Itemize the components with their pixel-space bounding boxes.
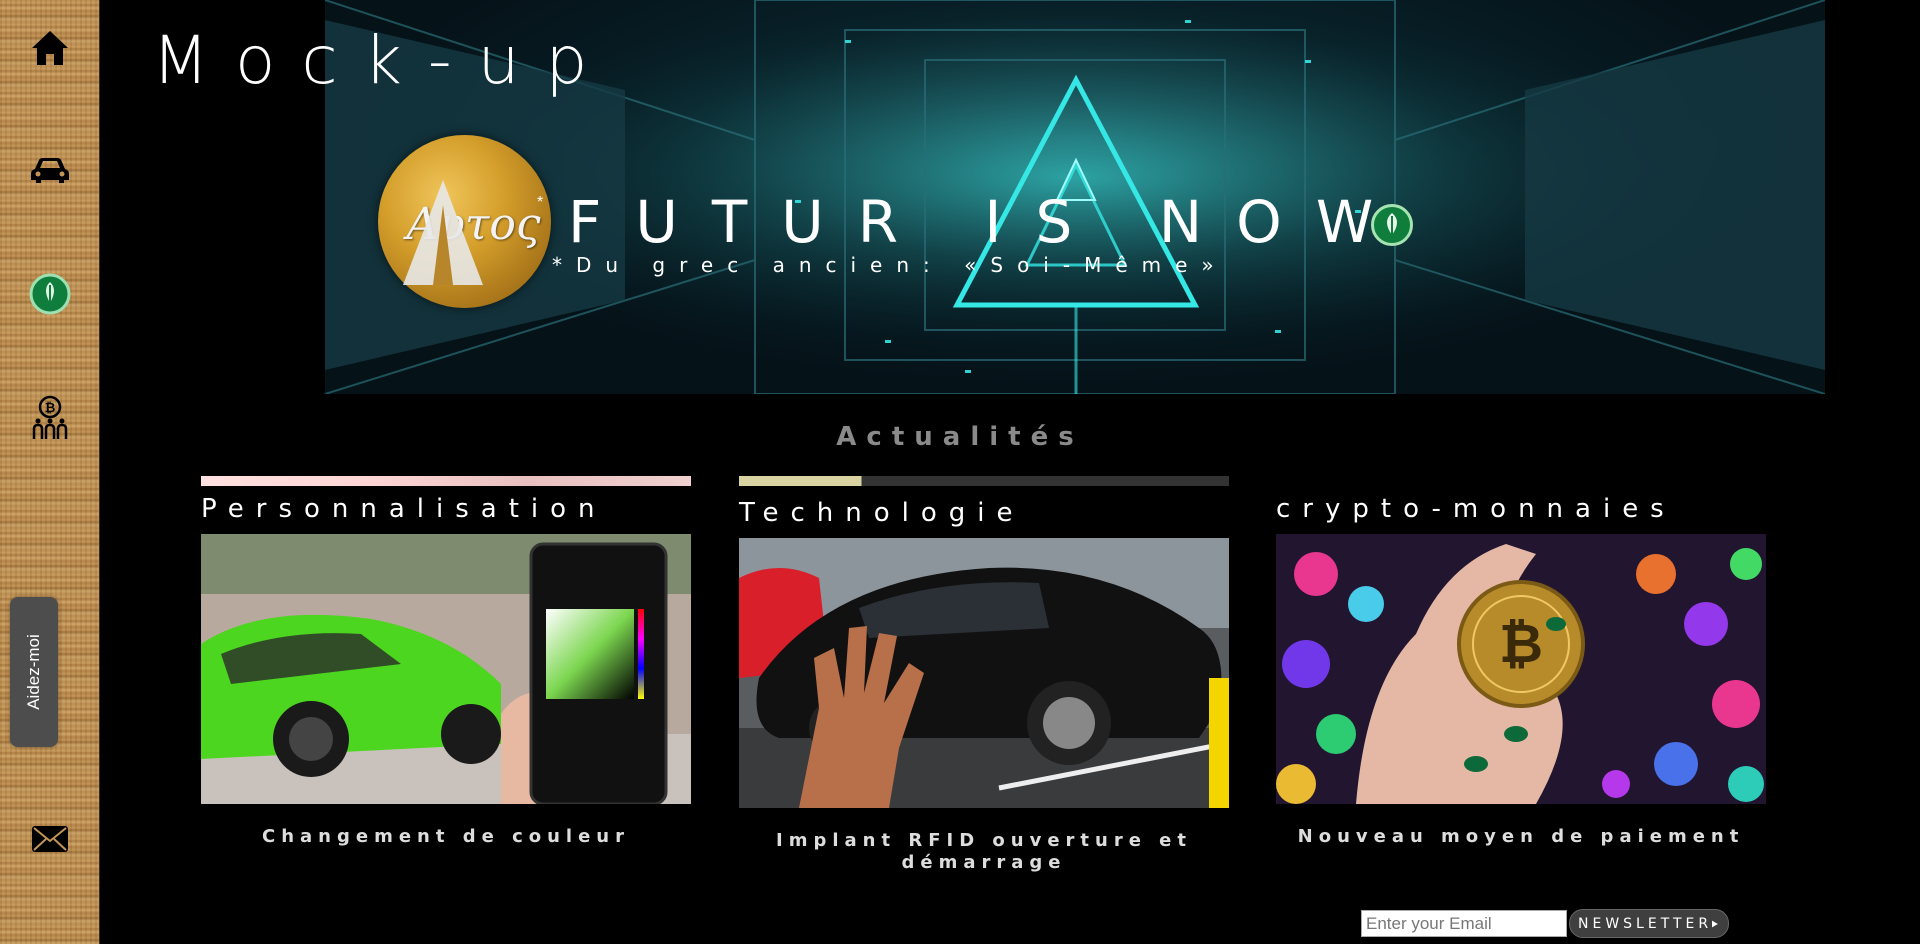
banner-subtitle: *Du grec ancien: «Soi-Même» [552,253,1228,277]
card-image-bitcoin-hand[interactable]: ₿ [1276,534,1766,804]
leaf-badge-icon[interactable] [26,270,74,318]
leaf-badge-icon [1371,204,1413,246]
road-graphic [403,180,483,285]
card-image-black-porsche[interactable] [739,538,1229,808]
card-title: crypto-monnaies [1276,494,1676,524]
help-label: Aidez-moi [24,634,43,710]
card-caption: Nouveau moyen de paiement [1297,826,1745,847]
news-card-personnalisation[interactable]: Personnalisation Changement de couleur [201,476,691,848]
newsletter-button[interactable]: NEWSLETTER [1569,909,1729,938]
card-title: Technologie [739,498,1025,528]
card-caption: Implant RFID ouverture et démarrage [776,830,1192,873]
autos-logo: Αυτος [378,135,551,308]
help-button[interactable]: Aidez-moi [10,597,58,747]
news-card-technologie[interactable]: Technologie Implant RFID ouverture et dé… [739,476,1229,874]
play-arrow-icon [1712,920,1718,927]
card-top-strip [201,476,691,486]
bitcoin-people-icon[interactable]: ₿ [26,394,74,442]
email-field[interactable] [1361,910,1567,937]
page-title: Mock-up [152,22,614,99]
sidebar: ₿ Aidez-moi [0,0,100,944]
card-top-strip [1276,476,1766,486]
card-title: Personnalisation [201,494,607,524]
card-top-strip [739,476,1229,486]
car-icon[interactable] [26,146,74,194]
home-icon[interactable] [26,24,74,72]
svg-text:₿: ₿ [45,401,56,416]
newsletter-form: NEWSLETTER [1361,909,1729,938]
card-image-green-car[interactable] [201,534,691,804]
news-card-crypto-monnaies[interactable]: crypto-monnaies ₿ Nouveau moyen de paiem… [1276,476,1766,848]
card-caption: Changement de couleur [261,826,630,847]
newsletter-button-label: NEWSLETTER [1578,915,1713,932]
logo-asterisk: * [537,194,544,211]
banner-slogan: FUTUR IS NOW [568,188,1408,256]
news-section-title: Actualités [836,422,1084,452]
svg-text:₿: ₿ [1499,612,1543,675]
mail-icon[interactable] [26,814,74,862]
